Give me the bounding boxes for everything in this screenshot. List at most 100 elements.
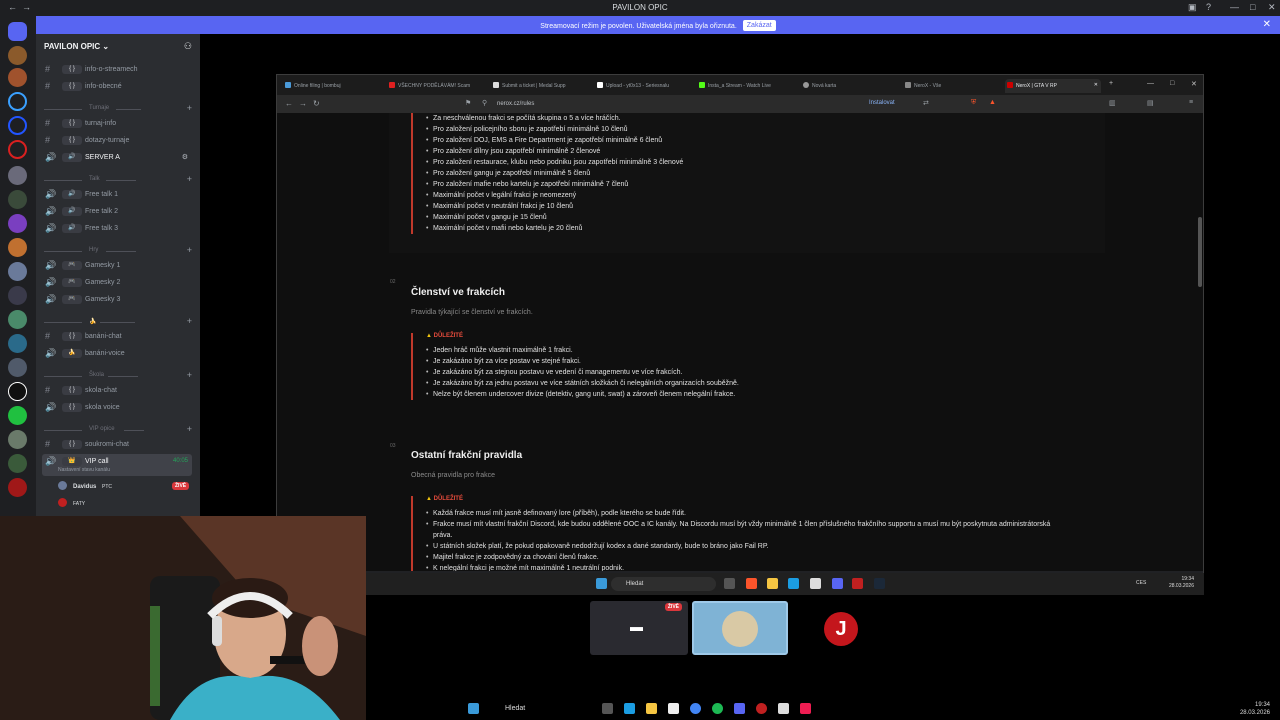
- server-icon[interactable]: [8, 190, 27, 209]
- stream-thumbnail-selected[interactable]: [692, 601, 788, 655]
- clock[interactable]: 19:34 28.03.2026: [1240, 701, 1270, 717]
- browser-tab[interactable]: Nová karta: [801, 79, 897, 93]
- task-view-icon[interactable]: [724, 578, 735, 589]
- category-hry[interactable]: Hry +: [44, 245, 194, 256]
- channel-vip-call[interactable]: 🔊 👑 VIP call Nastavení stavu kanálu 40:05: [42, 454, 192, 476]
- server-icon[interactable]: [8, 382, 27, 401]
- category-turnaje[interactable]: Turnaje +: [44, 103, 194, 114]
- server-icon[interactable]: [8, 262, 27, 281]
- close-icon[interactable]: ✕: [1268, 2, 1276, 13]
- brave-shield-icon[interactable]: ⛨: [971, 99, 976, 107]
- add-channel-icon[interactable]: +: [187, 245, 192, 255]
- browser-tab[interactable]: Online filing | bombuj: [283, 79, 379, 93]
- close-icon[interactable]: ✕: [1263, 19, 1271, 30]
- steam-icon[interactable]: [874, 578, 885, 589]
- channel-dotazy-turnaje[interactable]: #{ } dotazy-turnaje: [42, 133, 192, 148]
- channel-free-talk-3[interactable]: 🔊 🔊 Free talk 3: [42, 221, 192, 236]
- guild-name[interactable]: PAVILON OPIC ⌄: [44, 42, 109, 51]
- input-language[interactable]: CES: [1136, 580, 1146, 586]
- channel-settings-icon[interactable]: ⚙: [182, 153, 188, 161]
- app-icon[interactable]: [756, 703, 767, 714]
- new-tab-icon[interactable]: +: [1109, 80, 1113, 87]
- close-icon[interactable]: ✕: [1191, 80, 1197, 88]
- channel-banani-voice[interactable]: 🔊 🍌 banáni-voice: [42, 346, 192, 361]
- browser-tab[interactable]: Insta_a Stream - Watch Live: [697, 79, 793, 93]
- server-icon[interactable]: [8, 68, 27, 87]
- maximize-icon[interactable]: □: [1250, 2, 1255, 12]
- channel-gamesky-3[interactable]: 🔊 🎮 Gamesky 3: [42, 292, 192, 307]
- add-channel-icon[interactable]: +: [187, 316, 192, 326]
- server-icon[interactable]: [8, 478, 27, 497]
- server-icon[interactable]: [8, 310, 27, 329]
- help-icon[interactable]: ?: [1206, 2, 1211, 12]
- add-channel-icon[interactable]: +: [187, 174, 192, 184]
- taskbar-search[interactable]: Hledat: [489, 700, 589, 718]
- channel-skola-chat[interactable]: #{ } skola-chat: [42, 383, 192, 398]
- scrollbar[interactable]: [1198, 217, 1202, 287]
- browser-tab[interactable]: VŠECHNY PODĚLÁVÁM! Scam: [387, 79, 483, 93]
- maximize-icon[interactable]: □: [1170, 80, 1174, 87]
- discord-home-icon[interactable]: [8, 22, 27, 41]
- category-talk[interactable]: Talk +: [44, 174, 194, 185]
- channel-soukromi-chat[interactable]: #{ } soukromi-chat: [42, 437, 192, 452]
- server-icon[interactable]: [8, 358, 27, 377]
- stream-thumbnail[interactable]: J: [794, 601, 890, 655]
- channel-info-o-streamech[interactable]: #{ } info-o-streamech: [42, 62, 192, 77]
- server-icon[interactable]: [8, 166, 27, 185]
- brave-icon[interactable]: [746, 578, 757, 589]
- add-channel-icon[interactable]: +: [187, 103, 192, 113]
- chrome-icon[interactable]: [690, 703, 701, 714]
- menu-icon[interactable]: ≡: [1189, 99, 1193, 106]
- server-icon[interactable]: [8, 140, 27, 159]
- clock[interactable]: 19:34 28.03.2026: [1169, 576, 1194, 590]
- browser-tab[interactable]: Upload - yt0x13 - Seriesnalu: [595, 79, 691, 93]
- channel-free-talk-1[interactable]: 🔊 🔊 Free talk 1: [42, 187, 192, 202]
- browser-tab-active[interactable]: NeroX | GTA V RP ✕: [1005, 79, 1101, 93]
- folder-icon[interactable]: [646, 703, 657, 714]
- channel-free-talk-2[interactable]: 🔊 🔊 Free talk 2: [42, 204, 192, 219]
- add-member-icon[interactable]: ⚇: [184, 41, 192, 52]
- server-icon[interactable]: [8, 406, 27, 425]
- discord-icon[interactable]: [734, 703, 745, 714]
- store-icon[interactable]: [668, 703, 679, 714]
- server-icon[interactable]: [8, 238, 27, 257]
- channel-turnaj-info[interactable]: #{ } turnaj-info: [42, 116, 192, 131]
- server-icon[interactable]: [8, 454, 27, 473]
- app-icon[interactable]: [778, 703, 789, 714]
- disable-streamer-mode-button[interactable]: Zakázat: [742, 20, 776, 31]
- folder-icon[interactable]: [767, 578, 778, 589]
- add-channel-icon[interactable]: +: [187, 424, 192, 434]
- sidebar-icon[interactable]: ▥: [1109, 99, 1116, 107]
- server-icon[interactable]: [8, 430, 27, 449]
- app-icon[interactable]: [852, 578, 863, 589]
- start-icon[interactable]: [468, 703, 479, 714]
- add-channel-icon[interactable]: +: [187, 370, 192, 380]
- browser-tab[interactable]: NeroX - Vše: [903, 79, 999, 93]
- minimize-icon[interactable]: —: [1147, 80, 1154, 87]
- server-icon[interactable]: [8, 46, 27, 65]
- stream-thumbnail[interactable]: ŽIVĚ ▬: [590, 601, 688, 655]
- browser-tab[interactable]: Submit a ticket | Medal Supp: [491, 79, 587, 93]
- task-view-icon[interactable]: [602, 703, 613, 714]
- copilot-icon[interactable]: [624, 703, 635, 714]
- minimize-icon[interactable]: —: [1230, 2, 1239, 12]
- reload-icon[interactable]: ↻: [313, 99, 320, 108]
- server-icon[interactable]: [8, 214, 27, 233]
- spotify-icon[interactable]: [712, 703, 723, 714]
- category-banani[interactable]: 🍌 +: [44, 316, 194, 327]
- taskbar-search[interactable]: Hledat: [611, 577, 716, 591]
- edge-icon[interactable]: [788, 578, 799, 589]
- back-arrow-icon[interactable]: ←: [285, 99, 293, 108]
- channel-banani-chat[interactable]: #{ } banáni-chat: [42, 329, 192, 344]
- channel-status-text[interactable]: Nastavení stavu kanálu: [58, 467, 110, 473]
- brave-rewards-icon[interactable]: ▲: [989, 99, 996, 106]
- server-icon[interactable]: [8, 116, 27, 135]
- voice-user-row[interactable]: Davidus PTC: [58, 481, 112, 490]
- server-icon[interactable]: [8, 334, 27, 353]
- discord-icon[interactable]: [832, 578, 843, 589]
- translate-icon[interactable]: ⇄: [923, 99, 929, 107]
- wallet-icon[interactable]: ▤: [1147, 99, 1154, 107]
- server-icon[interactable]: [8, 92, 27, 111]
- category-vip-opice[interactable]: VIP opice +: [44, 424, 194, 435]
- voice-user-row[interactable]: FATY: [58, 498, 85, 507]
